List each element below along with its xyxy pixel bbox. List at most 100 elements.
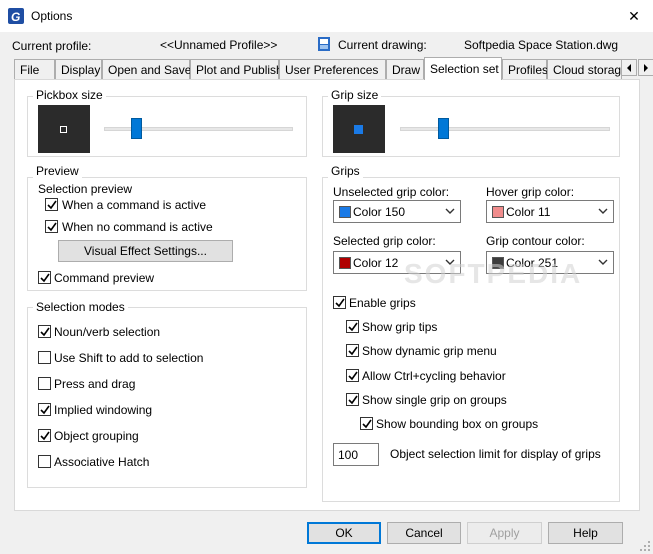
command-preview-label: Command preview [54, 271, 155, 285]
object-grouping-checkbox[interactable] [38, 429, 51, 442]
when-no-command-checkbox[interactable] [45, 220, 58, 233]
selection-modes-title: Selection modes [33, 300, 128, 314]
grip-size-slider-track[interactable] [400, 127, 610, 131]
tab-file[interactable]: File [14, 59, 55, 79]
pickbox-size-title: Pickbox size [33, 88, 106, 102]
help-button[interactable]: Help [548, 522, 623, 544]
checkmark-icon [40, 327, 50, 337]
grip-size-slider-thumb[interactable] [438, 118, 449, 139]
tab-draw[interactable]: Draw [386, 59, 424, 79]
allow-ctrl-cycling-label: Allow Ctrl+cycling behavior [362, 369, 506, 383]
chevron-down-icon [598, 259, 608, 265]
associative-hatch-checkbox[interactable] [38, 455, 51, 468]
command-preview-checkbox[interactable] [38, 271, 51, 284]
svg-text:G: G [11, 10, 20, 24]
resize-grip-icon[interactable] [640, 541, 651, 552]
implied-windowing-checkbox[interactable] [38, 403, 51, 416]
tab-user-preferences[interactable]: User Preferences [279, 59, 386, 79]
selection-preview-label: Selection preview [38, 182, 133, 196]
current-profile-label: Current profile: [12, 39, 92, 53]
grips-title: Grips [328, 164, 363, 178]
implied-windowing-label: Implied windowing [54, 403, 153, 417]
grip-contour-color-select[interactable]: Color 251 [486, 251, 614, 274]
unselected-grip-color-select[interactable]: Color 150 [333, 200, 461, 223]
pickbox-slider-thumb[interactable] [131, 118, 142, 139]
current-profile-value: <<Unnamed Profile>> [160, 38, 278, 52]
show-single-grip-label: Show single grip on groups [362, 393, 507, 407]
tab-scroll-left-button[interactable] [621, 59, 637, 76]
checkmark-icon [47, 200, 57, 210]
tab-profiles[interactable]: Profiles [502, 59, 548, 79]
checkmark-icon [362, 419, 372, 429]
checkmark-icon [47, 222, 57, 232]
checkmark-icon [40, 405, 50, 415]
grip-display-limit-label: Object selection limit for display of gr… [390, 447, 601, 461]
apply-button[interactable]: Apply [467, 522, 542, 544]
tab-cloud-storage[interactable]: Cloud storage [547, 59, 628, 79]
when-command-active-checkbox[interactable] [45, 198, 58, 211]
tab-scroll-right-button[interactable] [638, 59, 653, 76]
tab-display[interactable]: Display [55, 59, 102, 79]
window-title: Options [31, 9, 73, 23]
selected-grip-color-label: Selected grip color: [333, 234, 436, 248]
preview-title: Preview [33, 164, 82, 178]
show-bounding-box-label: Show bounding box on groups [376, 417, 539, 431]
show-grip-tips-checkbox[interactable] [346, 320, 359, 333]
tab-open-and-save[interactable]: Open and Save [102, 59, 191, 79]
current-drawing-label: Current drawing: [338, 38, 427, 52]
enable-grips-checkbox[interactable] [333, 296, 346, 309]
cancel-button[interactable]: Cancel [387, 522, 461, 544]
tab-strip: File Display Open and Save Plot and Publ… [14, 57, 653, 80]
selected-grip-color-select[interactable]: Color 12 [333, 251, 461, 274]
color-swatch [339, 257, 351, 269]
enable-grips-label: Enable grips [349, 296, 416, 310]
grip-display-limit-input[interactable] [333, 443, 379, 466]
allow-ctrl-cycling-checkbox[interactable] [346, 369, 359, 382]
unselected-grip-color-label: Unselected grip color: [333, 185, 450, 199]
show-dynamic-grip-menu-label: Show dynamic grip menu [362, 344, 497, 358]
current-drawing-value: Softpedia Space Station.dwg [464, 38, 619, 52]
use-shift-checkbox[interactable] [38, 351, 51, 364]
tab-plot-and-publish[interactable]: Plot and Publish [190, 59, 283, 79]
show-bounding-box-checkbox[interactable] [360, 417, 373, 430]
when-no-command-label: When no command is active [62, 220, 213, 234]
noun-verb-selection-checkbox[interactable] [38, 325, 51, 338]
grip-size-title: Grip size [328, 88, 382, 102]
hover-grip-color-label: Hover grip color: [486, 185, 575, 199]
checkmark-icon [348, 346, 358, 356]
when-command-active-label: When a command is active [62, 198, 207, 212]
color-swatch [339, 206, 351, 218]
checkmark-icon [348, 395, 358, 405]
ok-button[interactable]: OK [307, 522, 381, 544]
chevron-down-icon [445, 259, 455, 265]
chevron-down-icon [598, 208, 608, 214]
chevron-down-icon [445, 208, 455, 214]
hover-grip-color-select[interactable]: Color 11 [486, 200, 614, 223]
drawing-file-icon [318, 37, 330, 51]
selection-set-panel: Pickbox size Grip size Preview Selection… [14, 79, 640, 511]
chevron-left-icon [627, 63, 631, 72]
tab-selection-set[interactable]: Selection set [424, 57, 502, 80]
app-logo-icon: G [8, 8, 24, 24]
visual-effect-settings-button[interactable]: Visual Effect Settings... [58, 240, 233, 262]
associative-hatch-label: Associative Hatch [54, 455, 150, 469]
show-dynamic-grip-menu-checkbox[interactable] [346, 344, 359, 357]
checkmark-icon [348, 371, 358, 381]
checkmark-icon [40, 273, 50, 283]
show-single-grip-checkbox[interactable] [346, 393, 359, 406]
pickbox-square-icon [60, 126, 67, 133]
close-button[interactable]: ✕ [615, 0, 653, 32]
grip-size-preview [333, 105, 385, 153]
press-and-drag-checkbox[interactable] [38, 377, 51, 390]
grip-square-icon [354, 125, 363, 134]
close-icon: ✕ [628, 7, 640, 24]
press-and-drag-label: Press and drag [54, 377, 136, 391]
noun-verb-selection-label: Noun/verb selection [54, 325, 161, 339]
chevron-right-icon [644, 63, 648, 72]
title-bar [0, 0, 653, 32]
pickbox-preview [38, 105, 90, 153]
grip-contour-color-label: Grip contour color: [486, 234, 585, 248]
checkmark-icon [348, 322, 358, 332]
color-swatch [492, 257, 504, 269]
checkmark-icon [335, 298, 345, 308]
